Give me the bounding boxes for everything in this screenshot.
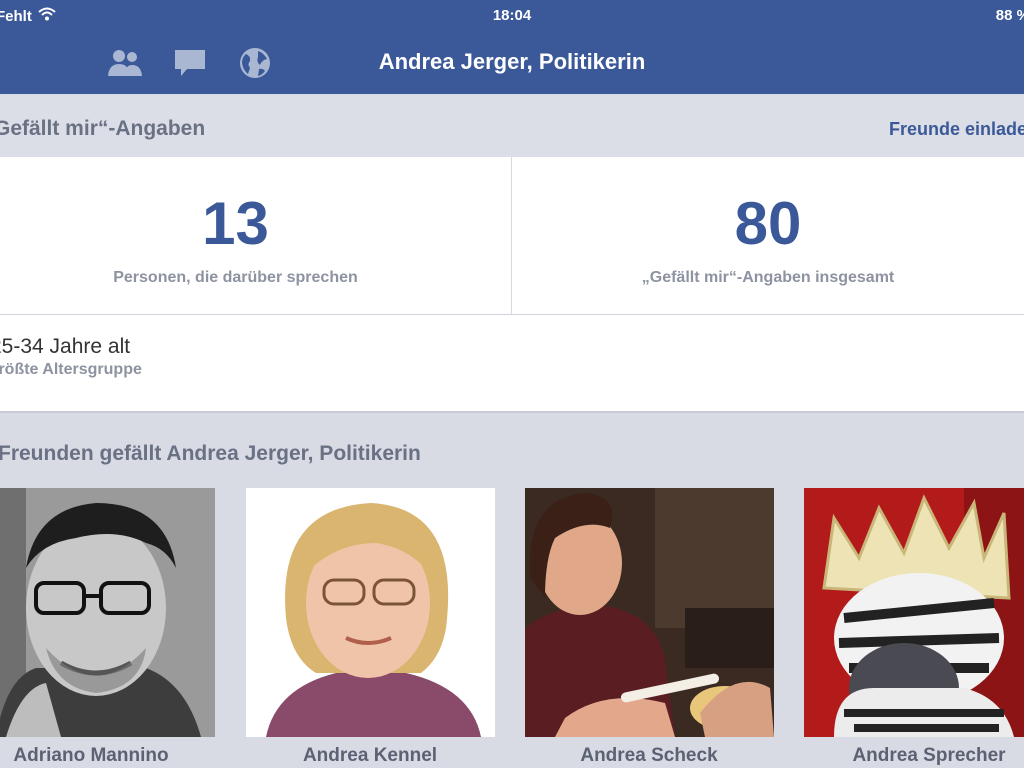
friend-name-2[interactable]: Andrea Kennel	[240, 745, 500, 767]
age-group-row[interactable]: 25-34 Jahre alt Größte Altersgruppe	[0, 315, 1024, 413]
stats-panel: 13 Personen, die darüber sprechen 80 „Ge…	[0, 157, 1024, 315]
age-group-caption: Größte Altersgruppe	[0, 361, 142, 378]
likes-section-title: Gefällt mir“-Angaben	[0, 117, 206, 140]
friend-photo-1[interactable]	[0, 488, 215, 737]
clock: 18:04	[492, 7, 532, 24]
friend-name-4[interactable]: Andrea Sprecher	[799, 745, 1024, 767]
total-likes-label: „Gefällt mir“-Angaben insgesamt	[641, 269, 895, 286]
friend-name-3[interactable]: Andrea Scheck	[519, 745, 779, 767]
talking-about-stat[interactable]: 13 Personen, die darüber sprechen	[0, 157, 512, 314]
friend-photo-3[interactable]	[525, 488, 774, 737]
profile-photo-woman-food	[525, 488, 774, 737]
talking-about-count: 13	[202, 190, 269, 257]
friend-photo-4[interactable]	[804, 488, 1024, 737]
age-range: 25-34 Jahre alt	[0, 335, 131, 358]
total-likes-stat[interactable]: 80 „Gefällt mir“-Angaben insgesamt	[512, 157, 1024, 314]
profile-photo-woman-glasses	[246, 488, 495, 737]
friend-photo-2[interactable]	[246, 488, 495, 737]
talking-about-label: Personen, die darüber sprechen	[113, 269, 358, 286]
total-likes-count: 80	[734, 190, 802, 257]
profile-photo-zebra-crown	[804, 488, 1024, 737]
invite-friends-link[interactable]: Freunde einladen	[889, 119, 1024, 140]
friends-section-title: Freunden gefällt Andrea Jerger, Politike…	[0, 442, 421, 465]
battery-level: 88 %	[995, 7, 1024, 24]
page-title: Andrea Jerger, Politikerin	[378, 49, 646, 74]
profile-photo-man	[0, 488, 215, 737]
friend-name-1[interactable]: Adriano Mannino	[0, 745, 221, 767]
friends-section-header: Freunden gefällt Andrea Jerger, Politike…	[0, 420, 1024, 480]
status-bar: Fehlt 18:04 88 %	[0, 0, 1024, 32]
navigation-bar: Andrea Jerger, Politikerin	[0, 32, 1024, 94]
likes-section-header: Gefällt mir“-Angaben Freunde einladen	[0, 95, 1024, 157]
